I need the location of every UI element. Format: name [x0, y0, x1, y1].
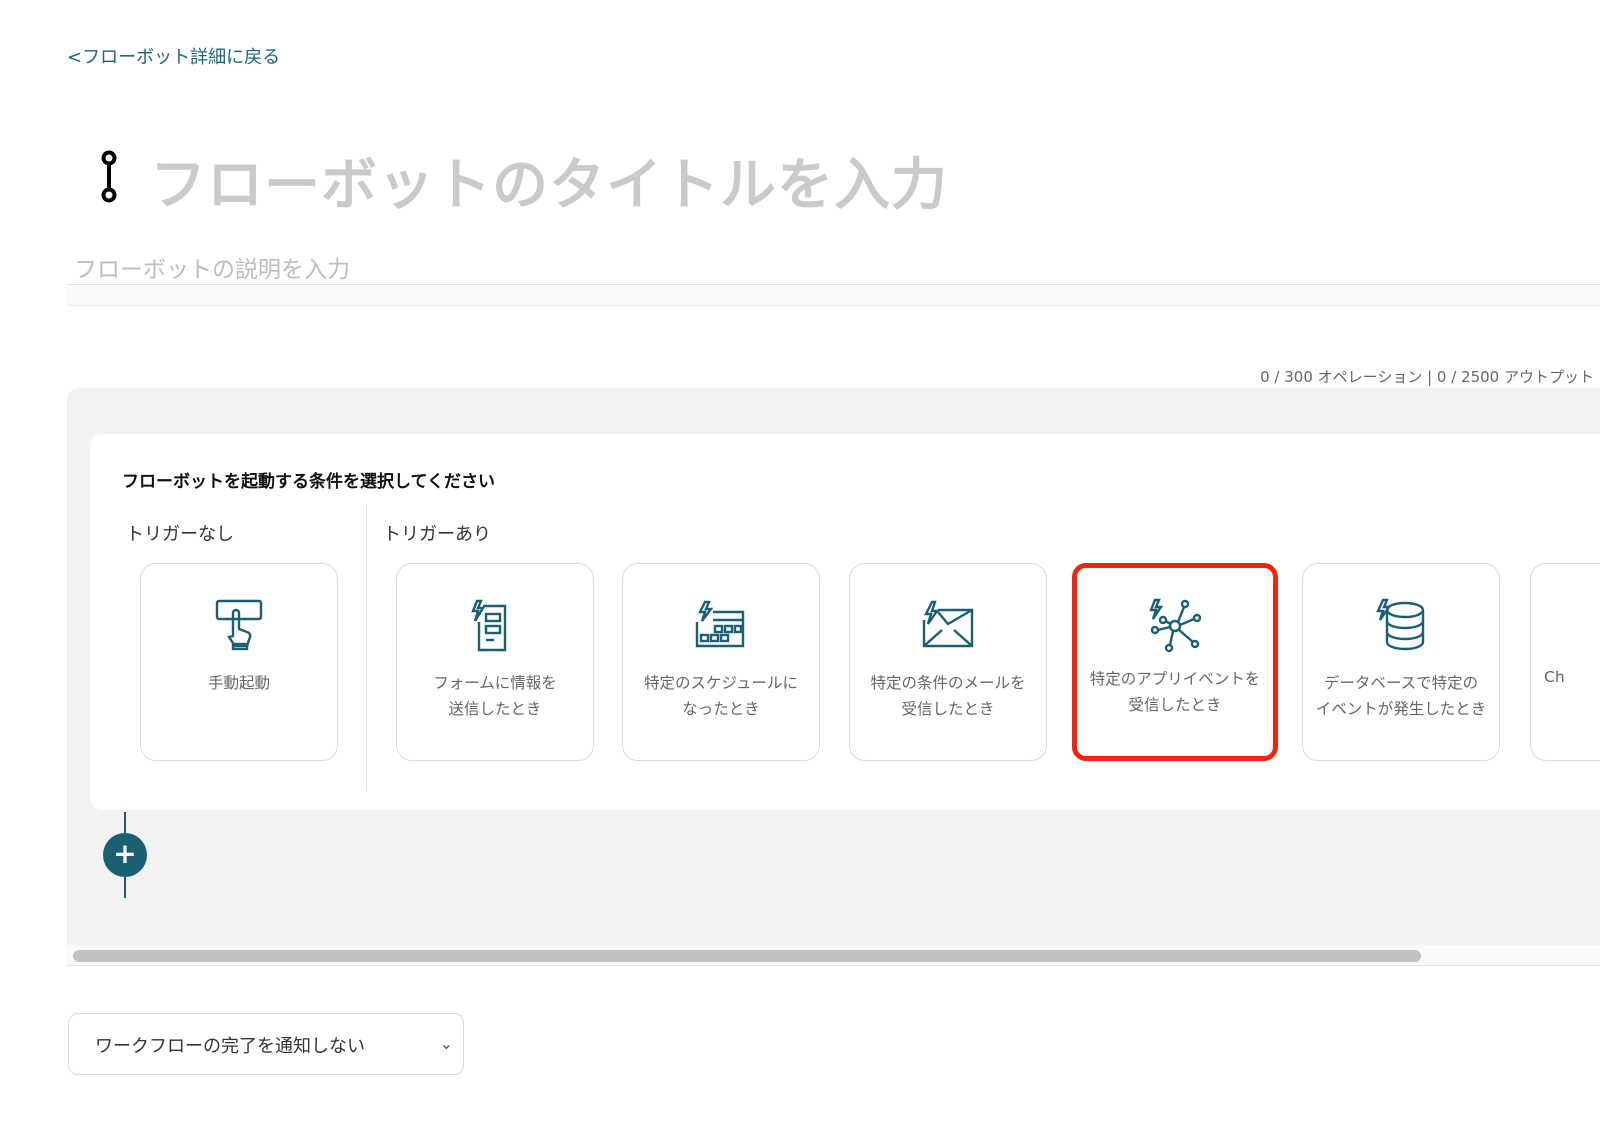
notify-select[interactable]: ワークフローの完了を通知しない ⌄: [68, 1013, 464, 1075]
chevron-down-icon: ⌄: [439, 1034, 453, 1053]
trigger-card-manual[interactable]: 手動起動: [140, 563, 338, 761]
flow-icon: [101, 150, 117, 203]
calendar-icon: [695, 600, 745, 648]
trigger-card-app-event[interactable]: 特定のアプリイベントを 受信したとき: [1072, 563, 1278, 761]
card-label: フォームに情報を 送信したとき: [433, 674, 557, 718]
card-label: 手動起動: [207, 674, 270, 692]
divider: [67, 284, 1600, 306]
description-input[interactable]: フローボットの説明を入力: [74, 250, 350, 284]
connector-line: [124, 874, 126, 898]
back-link[interactable]: <フローボット詳細に戻る: [67, 43, 280, 69]
title-input[interactable]: フローボットのタイトルを入力: [150, 140, 948, 221]
panel-heading: フローボットを起動する条件を選択してください: [122, 472, 495, 492]
trigger-card-form[interactable]: フォームに情報を 送信したとき: [396, 563, 594, 761]
card-label: Ch: [1544, 668, 1565, 686]
trigger-card-mail[interactable]: 特定の条件のメールを 受信したとき: [849, 563, 1047, 761]
add-step-button[interactable]: +: [103, 833, 147, 877]
usage-counter: 0 / 300 オペレーション | 0 / 2500 アウトプット: [1260, 368, 1594, 386]
notify-select-value: ワークフローの完了を通知しない: [95, 1036, 365, 1057]
trigger-card-database[interactable]: データベースで特定の イベントが発生したとき: [1302, 563, 1500, 761]
card-label: 特定のアプリイベントを 受信したとき: [1089, 670, 1261, 714]
mail-icon: [922, 600, 974, 648]
column-divider: [366, 505, 367, 790]
trigger-card-schedule[interactable]: 特定のスケジュールに なったとき: [622, 563, 820, 761]
form-icon: [471, 599, 507, 652]
card-label: 特定の条件のメールを 受信したとき: [870, 674, 1026, 718]
trigger-card-partial[interactable]: Ch: [1530, 563, 1600, 761]
app-event-icon: [1149, 598, 1202, 653]
trigger-label: トリガーあり: [383, 524, 491, 545]
horizontal-scrollbar[interactable]: [73, 950, 1421, 962]
hand-press-icon: [215, 599, 263, 651]
card-label: 特定のスケジュールに なったとき: [644, 674, 798, 718]
no-trigger-label: トリガーなし: [126, 524, 234, 545]
database-icon: [1376, 598, 1425, 651]
card-label: データベースで特定の イベントが発生したとき: [1315, 674, 1487, 718]
